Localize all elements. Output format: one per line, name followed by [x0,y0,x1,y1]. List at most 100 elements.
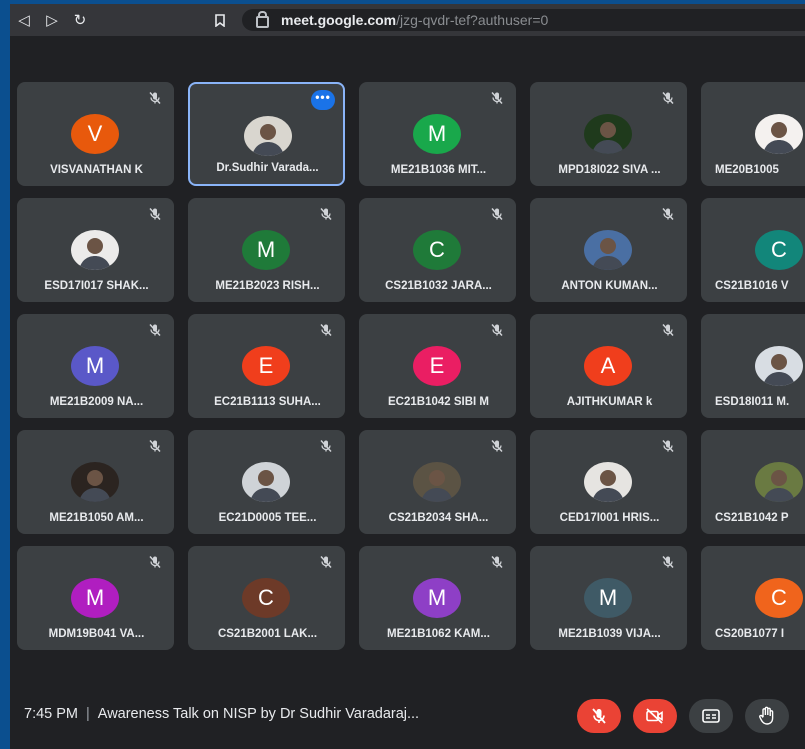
participant-name: CS21B1016 V [715,280,789,292]
more-options-icon[interactable]: ••• [311,90,335,110]
participant-tile[interactable]: M ME21B1039 VIJA... [530,546,687,650]
mic-off-icon [592,708,606,724]
participant-tile[interactable]: M MDM19B041 VA... [17,546,174,650]
camera-toggle-button[interactable] [633,699,677,733]
avatar-photo [755,346,803,386]
mic-muted-icon [319,439,333,453]
raise-hand-button[interactable] [745,699,789,733]
participant-name: MPD18I022 SIVA ... [558,164,661,176]
participant-tile[interactable]: ESD18I011 M. [701,314,805,418]
microphone-toggle-button[interactable] [577,699,621,733]
participant-tile[interactable]: ME21B1050 AM... [17,430,174,534]
captions-icon [702,709,720,723]
mic-muted-icon [490,207,504,221]
url-host: meet.google.com [281,12,397,28]
mic-muted-icon [148,555,162,569]
mic-muted-icon [490,323,504,337]
mic-muted-icon [661,207,675,221]
mic-muted-icon [319,323,333,337]
participant-tile[interactable]: ANTON KUMAN... [530,198,687,302]
avatar-initial: V [71,114,119,154]
participant-tile[interactable]: EC21D0005 TEE... [188,430,345,534]
participant-name: CS21B1042 P [715,512,789,524]
participant-name: ME21B2023 RISH... [215,280,320,292]
avatar-photo [584,114,632,154]
participant-tile[interactable]: ESD17I017 SHAK... [17,198,174,302]
participant-tile[interactable]: C CS20B1077 I [701,546,805,650]
avatar-initial: E [242,346,290,386]
participant-name: CS21B2001 LAK... [217,628,318,640]
participant-name: ANTON KUMAN... [561,280,658,292]
mic-muted-icon [661,323,675,337]
participant-tile[interactable]: E EC21B1042 SIBI M [359,314,516,418]
participant-name: ME21B1050 AM... [49,512,144,524]
mic-muted-icon [661,91,675,105]
avatar-initial: A [584,346,632,386]
participant-name: Dr.Sudhir Varada... [216,162,319,174]
avatar-photo [584,462,632,502]
back-icon[interactable]: ◁ [10,6,38,34]
participant-name: MDM19B041 VA... [48,628,145,640]
participant-tile[interactable]: M ME21B2023 RISH... [188,198,345,302]
avatar-initial: C [755,230,803,270]
participant-tile[interactable]: C CS21B2001 LAK... [188,546,345,650]
reload-icon[interactable]: ↻ [66,6,94,34]
avatar-initial: M [413,114,461,154]
mic-muted-icon [661,439,675,453]
avatar-initial: M [242,230,290,270]
participant-name: ME21B1039 VIJA... [558,628,661,640]
avatar-photo [755,114,803,154]
participant-tile[interactable]: ME20B1005 [701,82,805,186]
avatar-initial: C [413,230,461,270]
participant-tile[interactable]: ••• Dr.Sudhir Varada... [188,82,345,186]
avatar-photo [413,462,461,502]
browser-toolbar: ◁ ▷ ↻ meet.google.com /jzg-qvdr-tef?auth… [10,4,805,36]
participant-name: CED17I001 HRIS... [559,512,660,524]
avatar-initial: C [755,578,803,618]
captions-button[interactable] [689,699,733,733]
mic-muted-icon [148,323,162,337]
participant-tile[interactable]: CED17I001 HRIS... [530,430,687,534]
forward-icon[interactable]: ▷ [38,6,66,34]
mic-muted-icon [319,207,333,221]
participant-name: AJITHKUMAR k [566,396,653,408]
separator: | [86,706,90,722]
mic-muted-icon [148,91,162,105]
participant-tile[interactable]: C CS21B1032 JARA... [359,198,516,302]
meeting-time: 7:45 PM [24,706,78,722]
participant-name: ME21B1036 MIT... [390,164,487,176]
meet-window: ◁ ▷ ↻ meet.google.com /jzg-qvdr-tef?auth… [10,4,805,749]
participant-tile[interactable]: CS21B1042 P [701,430,805,534]
address-bar[interactable]: meet.google.com /jzg-qvdr-tef?authuser=0 [242,9,805,31]
avatar-photo [755,462,803,502]
mic-muted-icon [148,207,162,221]
meeting-details: 7:45 PM | Awareness Talk on NISP by Dr Sud… [24,706,419,722]
participant-tile[interactable]: CS21B2034 SHA... [359,430,516,534]
avatar-initial: M [584,578,632,618]
participant-tile[interactable]: E EC21B1113 SUHA... [188,314,345,418]
participant-tile[interactable]: V VISVANATHAN K [17,82,174,186]
mic-muted-icon [319,555,333,569]
avatar-initial: E [413,346,461,386]
avatar-photo [71,230,119,270]
mic-muted-icon [661,555,675,569]
avatar-initial: M [71,578,119,618]
participant-name: EC21B1113 SUHA... [214,396,321,408]
meeting-title: Awareness Talk on NISP by Dr Sudhir Vara… [97,706,420,722]
participant-tile[interactable]: M ME21B2009 NA... [17,314,174,418]
avatar-photo [584,230,632,270]
participant-tile[interactable]: A AJITHKUMAR k [530,314,687,418]
hand-icon [759,706,774,725]
participant-tile[interactable]: M ME21B1062 KAM... [359,546,516,650]
participant-name: CS20B1077 I [715,628,785,640]
mic-muted-icon [148,439,162,453]
bookmark-icon[interactable] [206,6,234,34]
participant-name: ESD18I011 M. [715,396,790,408]
participant-tile[interactable]: C CS21B1016 V [701,198,805,302]
participant-tile[interactable]: MPD18I022 SIVA ... [530,82,687,186]
participant-name: ESD17I017 SHAK... [44,280,149,292]
participant-tile[interactable]: M ME21B1036 MIT... [359,82,516,186]
avatar-photo [242,462,290,502]
participant-name: ME21B2009 NA... [49,396,144,408]
avatar-initial: M [413,578,461,618]
